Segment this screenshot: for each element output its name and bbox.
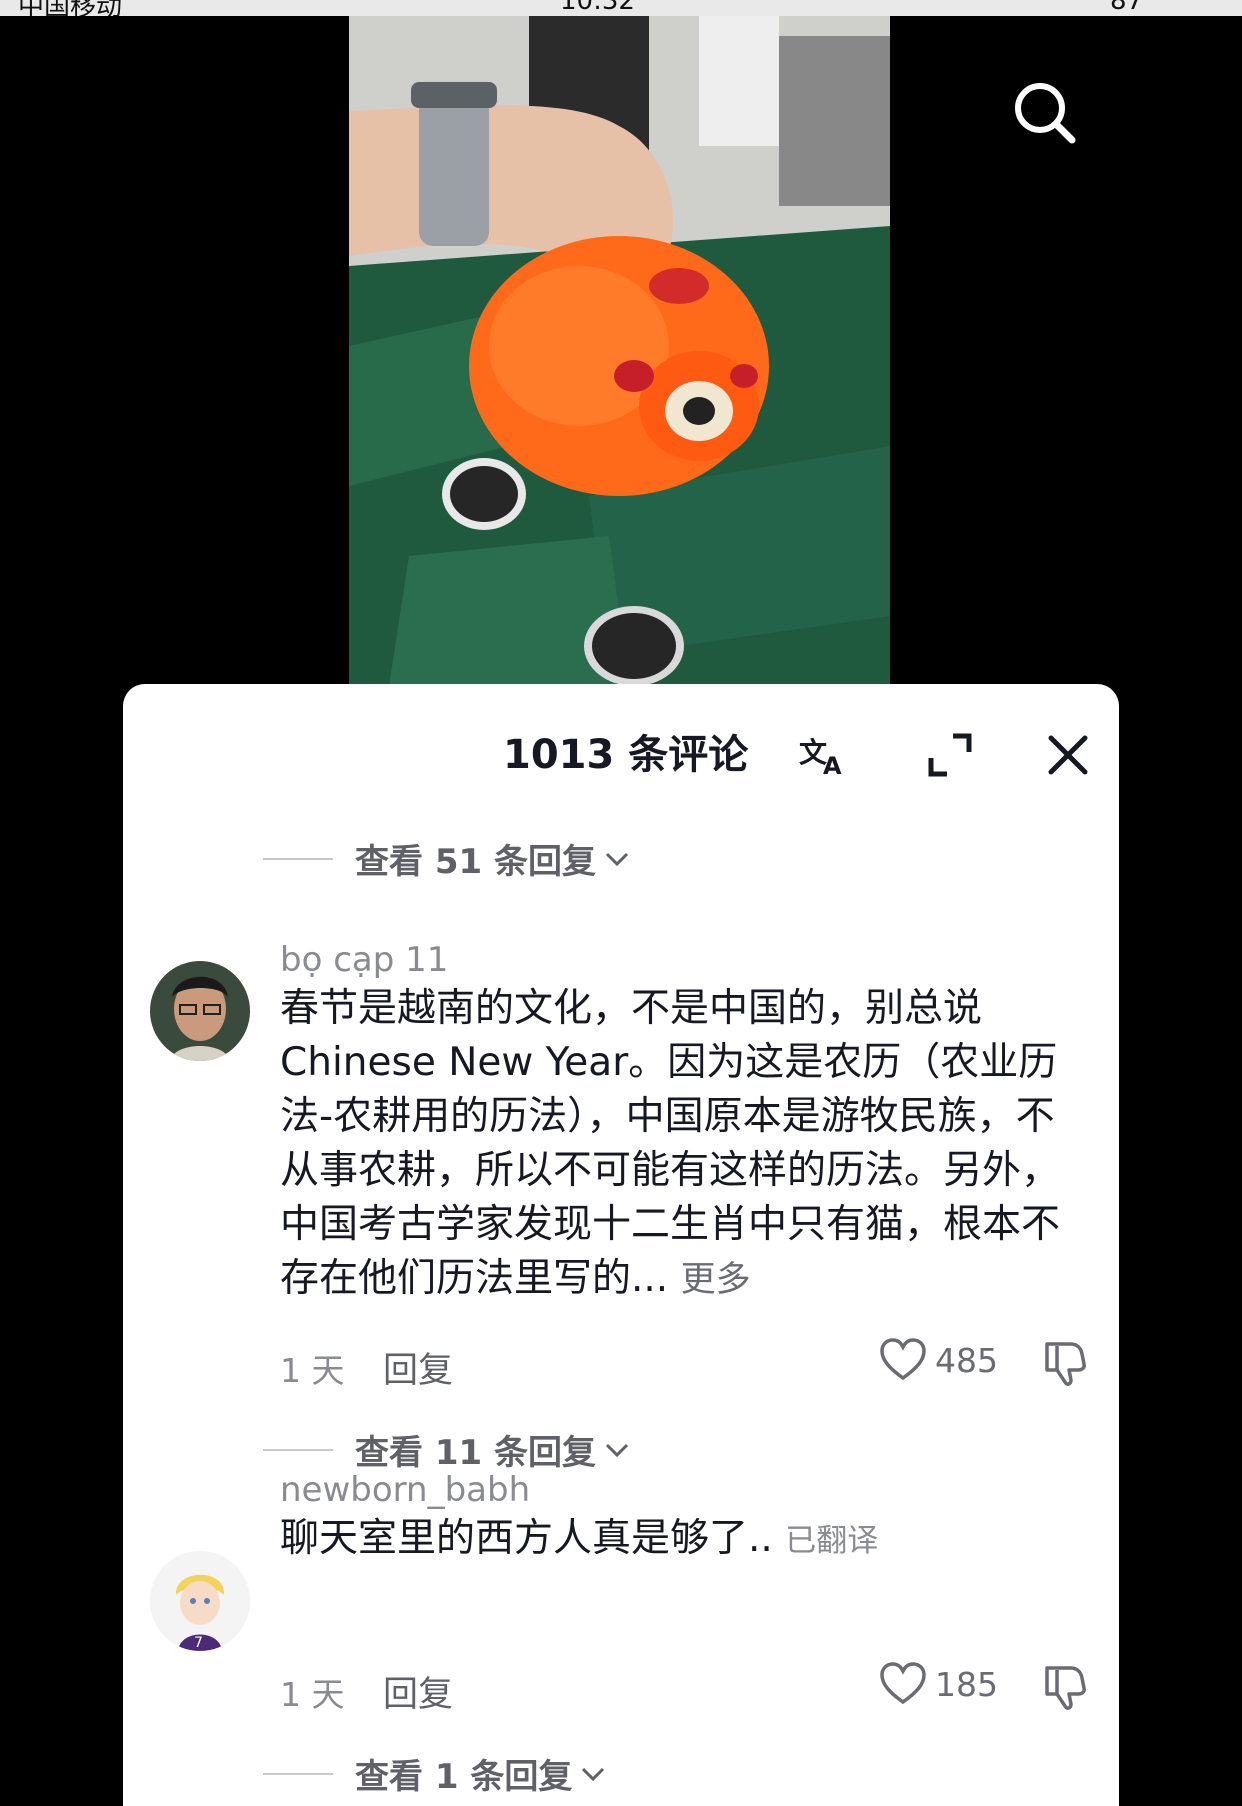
reply-button[interactable]: 回复 — [383, 1666, 453, 1717]
comment-text: 春节是越南的文化，不是中国的，别总说Chinese New Year。因为这是农… — [280, 982, 1080, 1307]
chevron-down-icon — [605, 1443, 629, 1457]
dislike-button[interactable] — [1041, 1660, 1093, 1712]
close-button[interactable] — [1041, 728, 1095, 782]
comments-count-title: 1013 条评论 — [503, 732, 749, 778]
divider-line — [263, 1772, 333, 1775]
user-avatar-image: 7 — [150, 1551, 250, 1651]
chevron-down-icon — [605, 852, 629, 866]
avatar[interactable]: 7 — [150, 1551, 250, 1651]
close-icon — [1048, 735, 1088, 775]
thumbs-down-icon — [1045, 1342, 1086, 1386]
divider-line — [263, 857, 333, 860]
carrier-label: 中国移动 — [18, 0, 123, 16]
comment-text: 聊天室里的西方人真是够了.. 已翻译 — [280, 1512, 1080, 1568]
search-icon — [1015, 83, 1076, 144]
comment-body: 聊天室里的西方人真是够了.. — [280, 1516, 773, 1561]
video-still-image — [349, 16, 890, 686]
chevron-down-icon — [582, 1767, 605, 1781]
svg-text:A: A — [823, 752, 842, 780]
comment-timestamp: 1 天 — [280, 1351, 345, 1390]
expand-icon — [928, 733, 972, 777]
divider-line — [263, 1448, 333, 1451]
user-avatar-image — [150, 961, 250, 1061]
dislike-button[interactable] — [1041, 1336, 1093, 1388]
video-player[interactable] — [0, 16, 1242, 686]
thumbs-down-icon — [1045, 1666, 1086, 1710]
comment-username[interactable]: bọ cạp 11 — [280, 940, 448, 980]
view-replies-toggle[interactable]: 查看 51 条回复 — [263, 834, 630, 883]
svg-text:7: 7 — [194, 1635, 203, 1651]
like-button[interactable]: 485 — [879, 1338, 998, 1382]
avatar[interactable] — [150, 961, 250, 1061]
battery-label: 87 — [1110, 0, 1144, 16]
view-replies-label: 查看 11 条回复 — [355, 1433, 596, 1473]
comment-username[interactable]: newborn_babh — [280, 1470, 530, 1510]
expand-button[interactable] — [923, 728, 977, 782]
reply-button[interactable]: 回复 — [383, 1342, 453, 1393]
translate-button[interactable]: 文 A — [797, 728, 851, 782]
like-count: 185 — [935, 1664, 998, 1704]
comments-sheet: 1013 条评论 文 A 查看 51 条回复 bọ cạp 11 春节是越南的文… — [123, 684, 1119, 1806]
status-bar: 中国移动 10:32 87 — [0, 0, 1242, 16]
search-button[interactable] — [1010, 78, 1080, 148]
see-more-link[interactable]: 更多 — [681, 1260, 751, 1300]
translate-icon: 文 A — [799, 736, 842, 780]
heart-icon — [880, 1662, 926, 1705]
comment-body: 春节是越南的文化，不是中国的，别总说Chinese New Year。因为这是农… — [280, 986, 1061, 1301]
comment-timestamp: 1 天 — [280, 1675, 345, 1714]
view-replies-toggle[interactable]: 查看 1 条回复 — [263, 1749, 606, 1798]
like-button[interactable]: 185 — [879, 1662, 998, 1706]
view-replies-label: 查看 1 条回复 — [355, 1757, 573, 1797]
view-replies-label: 查看 51 条回复 — [355, 842, 596, 882]
view-replies-toggle[interactable]: 查看 11 条回复 — [263, 1425, 630, 1474]
heart-icon — [880, 1338, 926, 1381]
video-frame[interactable] — [349, 16, 890, 686]
status-time: 10:32 — [560, 0, 635, 16]
translated-label: 已翻译 — [785, 1523, 879, 1559]
like-count: 485 — [935, 1340, 998, 1380]
